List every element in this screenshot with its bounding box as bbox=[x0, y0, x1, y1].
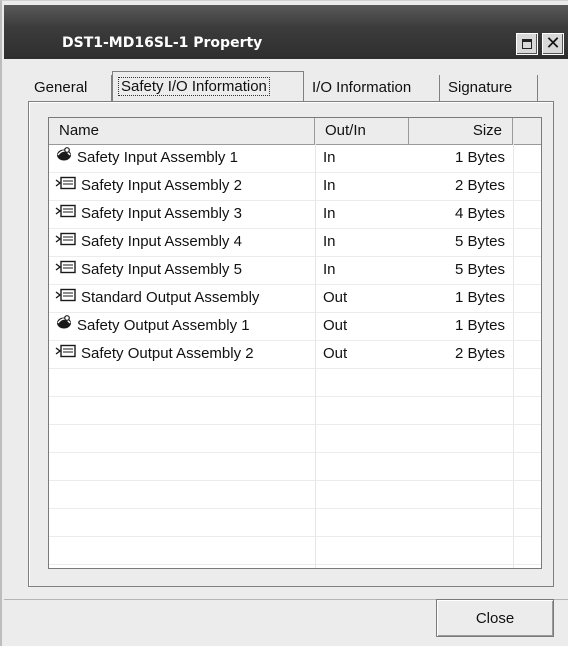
column-header-name[interactable]: Name bbox=[49, 118, 315, 144]
cell-name: Safety Input Assembly 3 bbox=[55, 200, 242, 228]
cell-name: Safety Input Assembly 1 bbox=[55, 144, 238, 172]
cell-name: Safety Input Assembly 5 bbox=[55, 256, 242, 284]
empty-row bbox=[49, 396, 541, 425]
safety-assembly-icon bbox=[55, 312, 73, 340]
table-row[interactable]: Safety Input Assembly 2 In 2 Bytes bbox=[49, 172, 541, 201]
cell-name: Safety Output Assembly 2 bbox=[55, 340, 254, 368]
cell-size: 1 Bytes bbox=[454, 149, 505, 166]
tab-signature[interactable]: Signature bbox=[442, 75, 538, 101]
input-assembly-icon bbox=[55, 172, 77, 200]
cell-out-in: Out bbox=[323, 289, 348, 306]
table-row[interactable]: Safety Input Assembly 4 In 5 Bytes bbox=[49, 228, 541, 257]
cell-out-in: In bbox=[323, 177, 336, 194]
table-row[interactable]: Safety Input Assembly 5 In 5 Bytes bbox=[49, 256, 541, 285]
input-assembly-icon bbox=[55, 200, 77, 228]
list-header: Name Out/In Size bbox=[49, 118, 541, 145]
cell-size: 1 Bytes bbox=[454, 317, 505, 334]
row-name: Safety Input Assembly 3 bbox=[81, 205, 242, 222]
cell-name: Safety Input Assembly 2 bbox=[55, 172, 242, 200]
row-name: Safety Input Assembly 1 bbox=[77, 149, 238, 166]
cell-size: 2 Bytes bbox=[454, 345, 505, 362]
tab-safety-io-information[interactable]: Safety I/O Information bbox=[112, 71, 304, 103]
title-bar[interactable]: DST1-MD16SL-1 Property ✕ bbox=[4, 5, 568, 59]
safety-assembly-icon bbox=[55, 144, 73, 172]
cell-name: Safety Input Assembly 4 bbox=[55, 228, 242, 256]
property-dialog: DST1-MD16SL-1 Property ✕ General Safety … bbox=[0, 0, 568, 646]
column-header-size[interactable]: Size bbox=[409, 118, 513, 144]
maximize-button[interactable] bbox=[516, 33, 538, 55]
cell-out-in: In bbox=[323, 261, 336, 278]
cell-name: Standard Output Assembly bbox=[55, 284, 259, 312]
window-title: DST1-MD16SL-1 Property bbox=[62, 35, 263, 51]
table-row[interactable]: Safety Output Assembly 1 Out 1 Bytes bbox=[49, 312, 541, 341]
input-assembly-icon bbox=[55, 256, 77, 284]
cell-out-in: Out bbox=[323, 317, 348, 334]
tab-general[interactable]: General bbox=[28, 75, 112, 101]
row-name: Standard Output Assembly bbox=[81, 289, 260, 306]
window-close-button[interactable]: ✕ bbox=[542, 33, 564, 55]
empty-row bbox=[49, 424, 541, 453]
cell-size: 1 Bytes bbox=[454, 289, 505, 306]
assembly-list[interactable]: Name Out/In Size Safety Input Assembly 1… bbox=[48, 117, 542, 569]
tab-safety-io-label: Safety I/O Information bbox=[118, 77, 270, 96]
table-row[interactable]: Safety Input Assembly 1 In 1 Bytes bbox=[49, 144, 541, 173]
input-assembly-icon bbox=[55, 340, 77, 368]
table-row[interactable]: Safety Output Assembly 2 Out 2 Bytes bbox=[49, 340, 541, 369]
tab-io-information[interactable]: I/O Information bbox=[306, 75, 440, 101]
table-row[interactable]: Standard Output Assembly Out 1 Bytes bbox=[49, 284, 541, 313]
empty-row bbox=[49, 368, 541, 397]
table-row[interactable]: Safety Input Assembly 3 In 4 Bytes bbox=[49, 200, 541, 229]
cell-size: 5 Bytes bbox=[454, 261, 505, 278]
column-header-out-in[interactable]: Out/In bbox=[315, 118, 409, 144]
empty-row bbox=[49, 452, 541, 481]
input-assembly-icon bbox=[55, 284, 77, 312]
tab-general-label: General bbox=[34, 79, 88, 96]
cell-name: Safety Output Assembly 1 bbox=[55, 312, 250, 340]
row-name: Safety Input Assembly 5 bbox=[81, 261, 242, 278]
cell-size: 4 Bytes bbox=[454, 205, 505, 222]
tab-signature-label: Signature bbox=[448, 79, 513, 96]
empty-row bbox=[49, 480, 541, 509]
row-name: Safety Input Assembly 4 bbox=[81, 233, 242, 250]
tab-io-label: I/O Information bbox=[312, 79, 412, 96]
empty-row bbox=[49, 536, 541, 565]
close-button[interactable]: Close bbox=[436, 599, 554, 637]
row-name: Safety Output Assembly 1 bbox=[77, 317, 250, 334]
row-name: Safety Input Assembly 2 bbox=[81, 177, 242, 194]
cell-size: 5 Bytes bbox=[454, 233, 505, 250]
cell-out-in: In bbox=[323, 205, 336, 222]
cell-size: 2 Bytes bbox=[454, 177, 505, 194]
empty-row bbox=[49, 508, 541, 537]
row-name: Safety Output Assembly 2 bbox=[81, 345, 254, 362]
cell-out-in: In bbox=[323, 233, 336, 250]
input-assembly-icon bbox=[55, 228, 77, 256]
cell-out-in: In bbox=[323, 149, 336, 166]
cell-out-in: Out bbox=[323, 345, 348, 362]
